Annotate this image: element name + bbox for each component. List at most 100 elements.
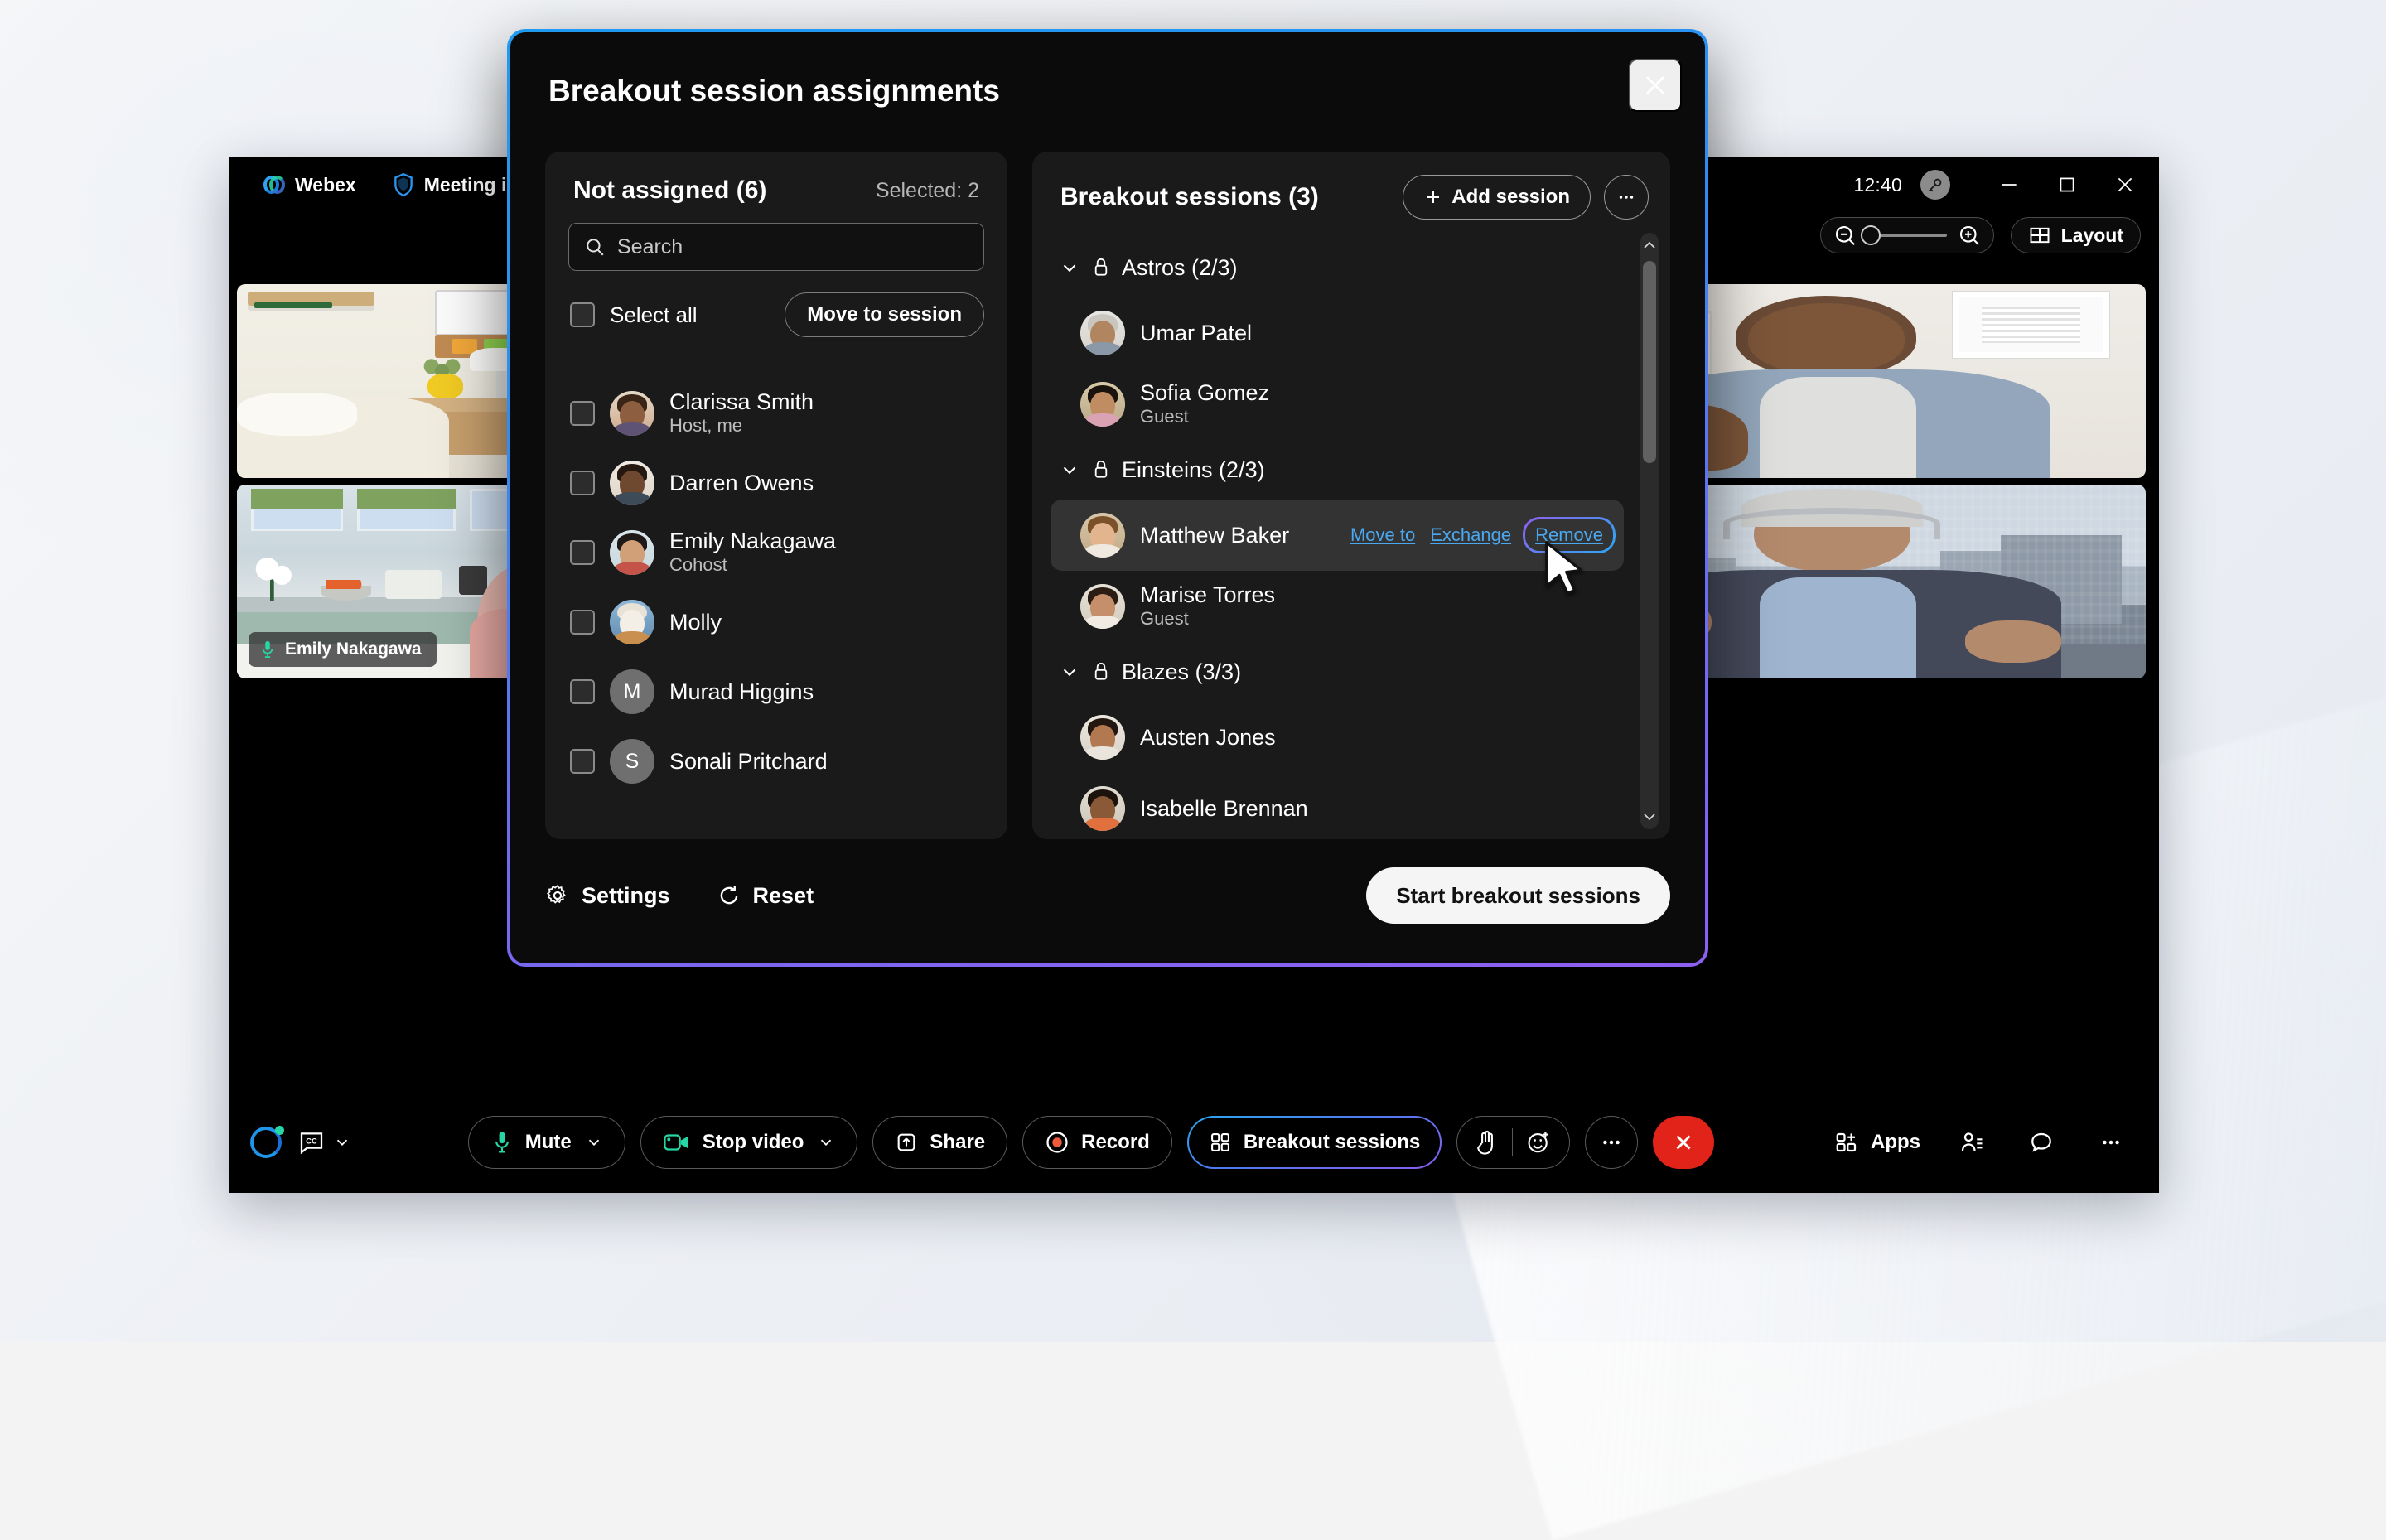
- search-input[interactable]: [617, 235, 968, 259]
- participant-checkbox[interactable]: [570, 679, 595, 704]
- zoom-out-icon[interactable]: [1833, 223, 1857, 248]
- breakout-sessions-button[interactable]: Breakout sessions: [1187, 1116, 1442, 1169]
- record-button[interactable]: Record: [1022, 1116, 1172, 1169]
- app-name-label: Webex: [295, 174, 356, 196]
- move-to-link[interactable]: Move to: [1350, 524, 1415, 546]
- session-name: Astros (2/3): [1122, 255, 1238, 281]
- session-member-row-hovered[interactable]: Matthew Baker Move to Exchange Remove: [1051, 500, 1624, 571]
- breakout-sessions-panel: Breakout sessions (3) Add session: [1032, 152, 1670, 839]
- avatar: [610, 600, 654, 644]
- list-item[interactable]: Darren Owens: [570, 448, 984, 518]
- participant-checkbox[interactable]: [570, 610, 595, 635]
- connection-key-icon[interactable]: [1920, 170, 1950, 200]
- session-member-row[interactable]: Sofia Gomez Guest: [1051, 369, 1624, 440]
- zoom-in-icon[interactable]: [1957, 223, 1982, 248]
- stop-video-button[interactable]: Stop video: [640, 1116, 858, 1169]
- session-member-row[interactable]: Austen Jones: [1051, 702, 1624, 773]
- unassigned-participant-list[interactable]: Clarissa Smith Host, me: [545, 374, 1007, 828]
- mouse-cursor: [1543, 540, 1589, 598]
- sessions-more-options-button[interactable]: [1604, 175, 1649, 220]
- scroll-up-icon[interactable]: [1640, 234, 1659, 256]
- session-header-einsteins[interactable]: Einsteins (2/3): [1051, 440, 1624, 500]
- session-name: Einsteins (2/3): [1122, 457, 1265, 483]
- record-icon: [1045, 1130, 1070, 1155]
- reset-button[interactable]: Reset: [717, 883, 814, 909]
- mic-on-icon: [258, 639, 277, 660]
- participant-role: Guest: [1140, 405, 1269, 428]
- dialog-close-button[interactable]: [1629, 59, 1682, 112]
- chat-button[interactable]: [2015, 1116, 2068, 1169]
- list-item[interactable]: S Sonali Pritchard: [570, 727, 984, 796]
- leave-meeting-button[interactable]: [1653, 1116, 1714, 1169]
- chevron-down-icon[interactable]: [1059, 661, 1080, 683]
- emoji-reaction-icon[interactable]: [1526, 1129, 1553, 1156]
- avatar-initials: S: [610, 739, 654, 784]
- session-header-blazes[interactable]: Blazes (3/3): [1051, 642, 1624, 702]
- webex-assistant-icon[interactable]: [250, 1127, 282, 1158]
- participant-checkbox[interactable]: [570, 401, 595, 426]
- sessions-scroll-area[interactable]: Astros (2/3) Umar Patel: [1032, 238, 1670, 831]
- reset-icon: [717, 883, 741, 908]
- add-session-button[interactable]: Add session: [1403, 175, 1591, 220]
- session-member-row[interactable]: Isabelle Brennan: [1051, 773, 1624, 831]
- list-item[interactable]: Emily Nakagawa Cohost: [570, 518, 984, 587]
- captions-icon: CC: [298, 1129, 325, 1156]
- window-close-button[interactable]: [2096, 161, 2154, 209]
- layout-grid-icon: [2028, 224, 2051, 247]
- window-minimize-button[interactable]: [1980, 161, 2038, 209]
- chevron-down-icon[interactable]: [585, 1133, 603, 1151]
- apps-button[interactable]: Apps: [1826, 1116, 1929, 1169]
- lock-icon: [1092, 661, 1110, 683]
- session-member-row[interactable]: Umar Patel: [1051, 297, 1624, 369]
- svg-text:CC: CC: [306, 1137, 317, 1145]
- zoom-slider-control[interactable]: [1820, 217, 1994, 253]
- chevron-down-icon[interactable]: [333, 1133, 351, 1151]
- participant-role: Guest: [1140, 607, 1275, 630]
- participant-checkbox[interactable]: [570, 540, 595, 565]
- more-meeting-options-button[interactable]: [1585, 1116, 1638, 1169]
- more-options-button[interactable]: [2084, 1116, 2137, 1169]
- select-all-checkbox[interactable]: [570, 302, 595, 327]
- lock-icon: [1092, 257, 1110, 278]
- sessions-scrollbar[interactable]: [1640, 233, 1659, 829]
- layout-button[interactable]: Layout: [2011, 217, 2141, 253]
- reset-label: Reset: [753, 883, 814, 909]
- share-button[interactable]: Share: [872, 1116, 1007, 1169]
- closed-captions-button[interactable]: CC: [293, 1116, 356, 1169]
- chevron-down-icon[interactable]: [1059, 459, 1080, 480]
- window-maximize-button[interactable]: [2038, 161, 2096, 209]
- plus-icon: [1423, 187, 1443, 207]
- chevron-down-icon[interactable]: [817, 1133, 835, 1151]
- chevron-down-icon[interactable]: [1059, 257, 1080, 278]
- mute-button[interactable]: Mute: [468, 1116, 625, 1169]
- reactions-group[interactable]: [1456, 1116, 1570, 1169]
- app-menu-webex[interactable]: Webex: [245, 165, 374, 205]
- exchange-link[interactable]: Exchange: [1430, 524, 1511, 546]
- session-member-row[interactable]: Marise Torres Guest: [1051, 571, 1624, 642]
- start-breakout-sessions-button[interactable]: Start breakout sessions: [1366, 867, 1670, 924]
- avatar-initials: M: [610, 669, 654, 714]
- close-icon: [1671, 1130, 1696, 1155]
- settings-button[interactable]: Settings: [545, 883, 670, 909]
- session-name: Blazes (3/3): [1122, 659, 1241, 685]
- zoom-track[interactable]: [1867, 234, 1947, 237]
- zoom-knob[interactable]: [1861, 225, 1881, 245]
- scrollbar-thumb[interactable]: [1643, 261, 1656, 463]
- participant-name: Sofia Gomez: [1140, 380, 1269, 405]
- session-header-astros[interactable]: Astros (2/3): [1051, 238, 1624, 297]
- avatar: [1080, 786, 1125, 831]
- participant-checkbox[interactable]: [570, 749, 595, 774]
- participants-button[interactable]: [1945, 1116, 1998, 1169]
- scroll-down-icon[interactable]: [1640, 806, 1659, 828]
- list-item[interactable]: Molly: [570, 587, 984, 657]
- search-box[interactable]: [568, 223, 984, 271]
- participant-checkbox[interactable]: [570, 471, 595, 495]
- share-label: Share: [930, 1131, 985, 1154]
- avatar: [1080, 382, 1125, 427]
- avatar: [1080, 584, 1125, 629]
- move-to-session-button[interactable]: Move to session: [785, 292, 984, 337]
- list-item[interactable]: Clarissa Smith Host, me: [570, 379, 984, 448]
- participant-name: Murad Higgins: [669, 679, 814, 704]
- list-item[interactable]: M Murad Higgins: [570, 657, 984, 727]
- raise-hand-icon[interactable]: [1474, 1129, 1499, 1156]
